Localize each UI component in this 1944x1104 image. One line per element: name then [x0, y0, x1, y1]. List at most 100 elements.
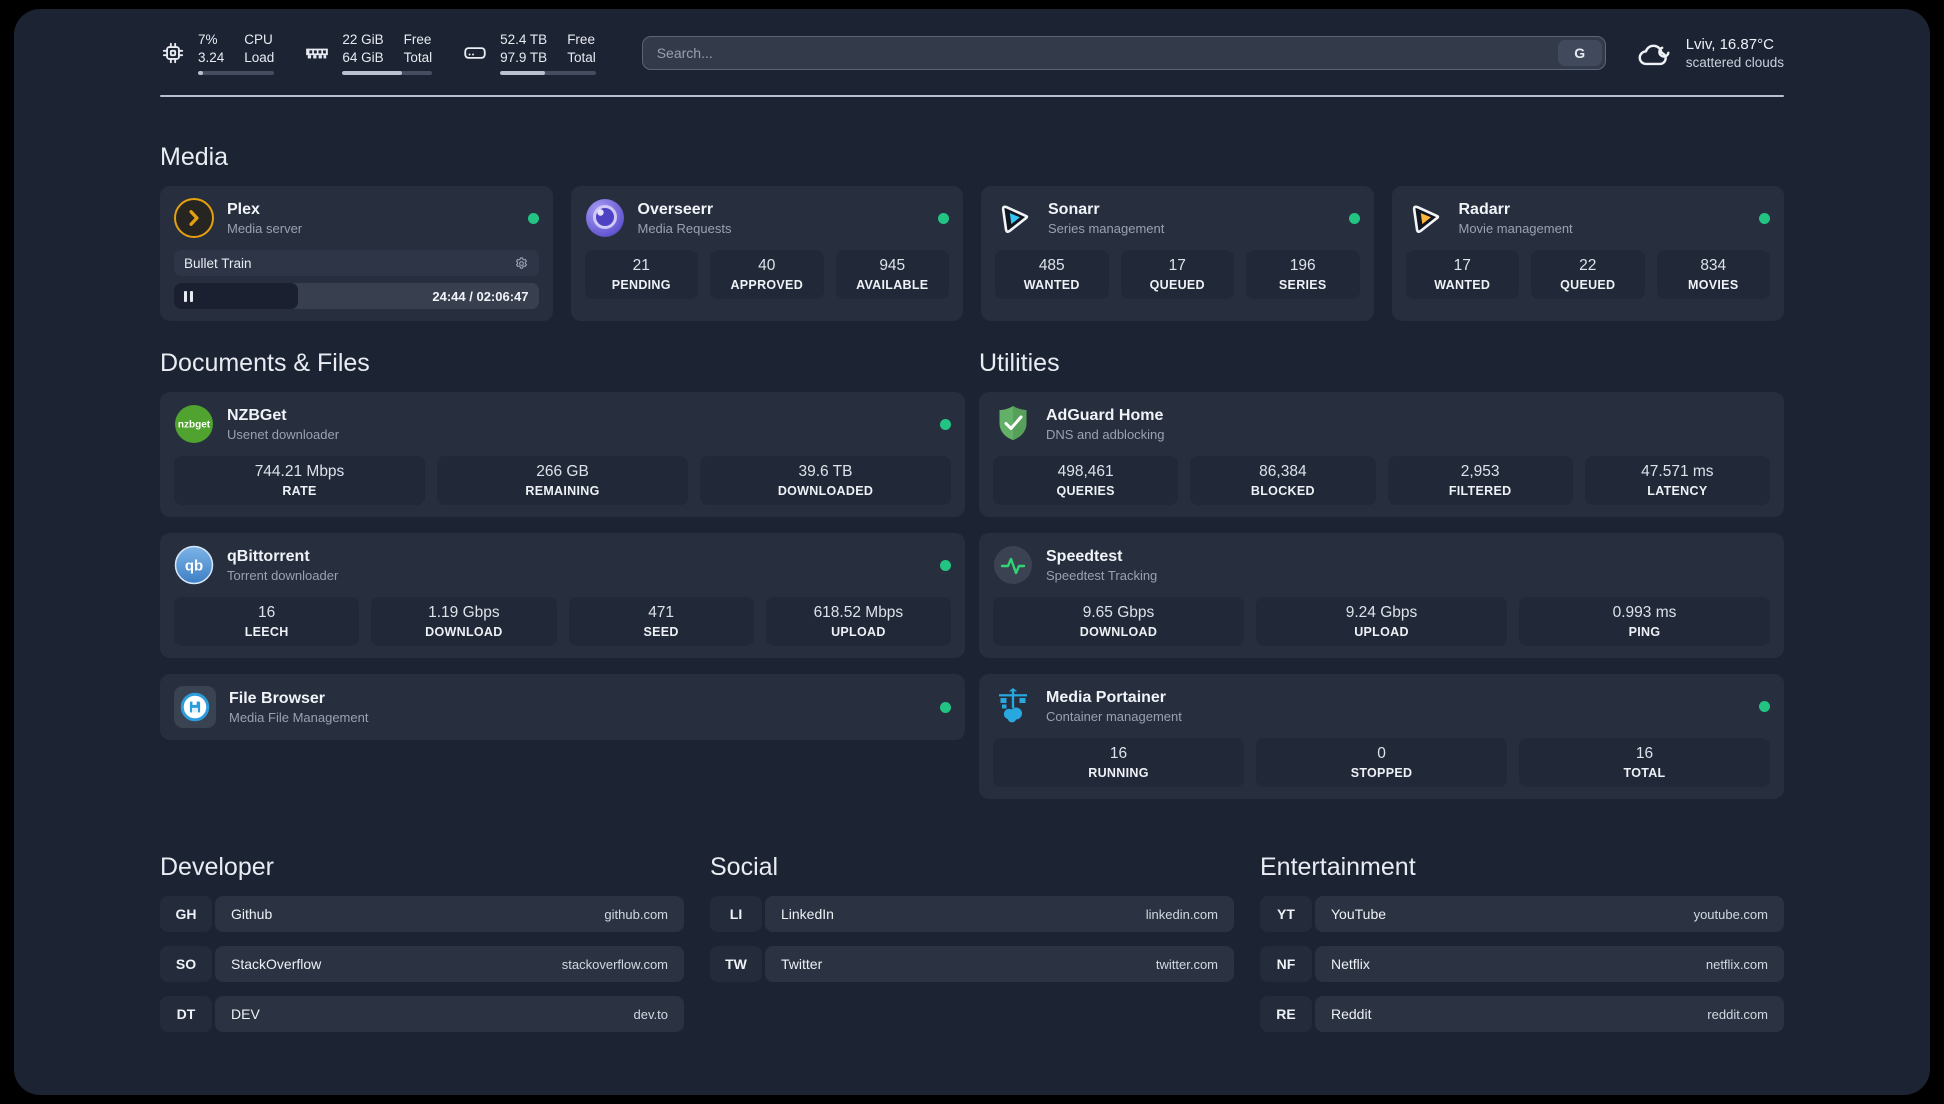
bookmark-youtube[interactable]: YT YouTube youtube.com [1260, 896, 1784, 932]
gear-icon[interactable] [514, 256, 529, 271]
memory-total-label: Total [403, 50, 433, 65]
app-subtitle: Media File Management [229, 709, 369, 725]
bookmark-github[interactable]: GH Github github.com [160, 896, 684, 932]
bookmark-netflix[interactable]: NF Netflix netflix.com [1260, 946, 1784, 982]
app-title: Overseerr [637, 200, 714, 218]
svg-text:qb: qb [185, 558, 203, 575]
bookmark-twitter[interactable]: TW Twitter twitter.com [710, 946, 1234, 982]
stat-wanted: 17 WANTED [1405, 250, 1519, 299]
bookmark-reddit[interactable]: RE Reddit reddit.com [1260, 996, 1784, 1032]
memory-progress-bar [342, 70, 433, 75]
app-title: qBittorrent [227, 547, 310, 565]
cpu-label: CPU [244, 32, 273, 48]
app-title: Media Portainer [1046, 688, 1167, 706]
memory-free-label: Free [403, 32, 432, 48]
section-title-media: Media [160, 143, 229, 171]
stat-seed: 471 SEED [568, 597, 754, 646]
cpu-percent: 7% [198, 32, 218, 48]
section-title-social: Social [710, 853, 779, 881]
search-bar: G [641, 36, 1606, 70]
app-card-overseerr[interactable]: Overseerr Media Requests 21 PENDING 40 APP… [570, 186, 963, 321]
disk-total-label: Total [567, 50, 596, 65]
stat-approved: 40 APPROVED [710, 250, 824, 299]
app-subtitle: Media Requests [637, 220, 732, 236]
app-subtitle: Movie management [1458, 220, 1573, 236]
stat-total: 16 TOTAL [1519, 738, 1770, 787]
stat-movies: 834 MOVIES [1656, 250, 1770, 299]
app-card-qbittorrent[interactable]: qb qBittorrent Torrent downloader 16 LEEC… [160, 533, 965, 658]
app-subtitle: Series management [1048, 220, 1165, 236]
stat-download: 9.65 Gbps DOWNLOAD [993, 597, 1244, 646]
stat-pending: 21 PENDING [584, 250, 698, 299]
stat-queued: 22 QUEUED [1531, 250, 1645, 299]
bookmark-abbr: YT [1260, 896, 1312, 932]
app-title: Radarr [1458, 200, 1511, 218]
search-input[interactable] [641, 36, 1606, 70]
bookmark-abbr: NF [1260, 946, 1312, 982]
stat-running: 16 RUNNING [993, 738, 1244, 787]
app-card-speedtest[interactable]: Speedtest Speedtest Tracking 9.65 Gbps DO… [979, 533, 1784, 658]
bookmark-abbr: RE [1260, 996, 1312, 1032]
status-online-dot [940, 418, 951, 430]
memory-usage-widget: 22 GiB 64 GiB Free Total [304, 31, 433, 75]
app-subtitle: Speedtest Tracking [1046, 567, 1158, 583]
filebrowser-icon [174, 686, 216, 728]
app-title: AdGuard Home [1046, 406, 1164, 424]
header-divider [160, 95, 1784, 97]
app-card-sonarr[interactable]: Sonarr Series management 485 WANTED 17 QUE… [981, 186, 1374, 321]
topbar: 7% 3.24 CPU Load 22 GiB 64 GiB Free Tota… [160, 31, 1784, 75]
search-provider-button[interactable]: G [1557, 40, 1602, 66]
bookmark-abbr: GH [160, 896, 212, 932]
cpu-load-label: Load [244, 50, 275, 65]
app-card-radarr[interactable]: Radarr Movie management 17 WANTED 22 QUEUE… [1391, 186, 1784, 321]
sonarr-icon [995, 198, 1035, 238]
app-card-filebrowser[interactable]: File Browser Media File Management [160, 674, 965, 740]
app-title: Plex [227, 200, 260, 218]
stat-queued: 17 QUEUED [1120, 250, 1234, 299]
app-title: NZBGet [227, 406, 287, 424]
app-card-adguard[interactable]: AdGuard Home DNS and adblocking 498,461 Q… [979, 392, 1784, 517]
stat-filtered: 2,953 FILTERED [1387, 456, 1573, 505]
app-subtitle: Torrent downloader [227, 567, 339, 583]
disk-progress-bar [500, 70, 596, 75]
stat-upload: 618.52 Mbps UPLOAD [765, 597, 951, 646]
disk-free: 52.4 TB [500, 32, 548, 48]
speedtest-icon [993, 545, 1033, 585]
disk-icon [464, 47, 486, 59]
disk-usage-widget: 52.4 TB 97.9 TB Free Total [462, 31, 596, 75]
status-online-dot [940, 701, 951, 713]
app-card-nzbget[interactable]: nzbget NZBGet Usenet downloader 744.21 M… [160, 392, 965, 517]
bookmark-stackoverflow[interactable]: SO StackOverflow stackoverflow.com [160, 946, 684, 982]
stat-download: 1.19 Gbps DOWNLOAD [371, 597, 557, 646]
app-subtitle: Usenet downloader [227, 426, 340, 442]
status-online-dot [940, 559, 951, 571]
stat-available: 945 AVAILABLE [835, 250, 949, 299]
playback-progress-bar[interactable]: 24:44 / 02:06:47 [174, 283, 539, 309]
stat-leech: 16 LEECH [174, 597, 360, 646]
section-title-documents: Documents & Files [160, 349, 370, 377]
svg-text:nzbget: nzbget [178, 420, 211, 431]
radarr-icon [1406, 198, 1446, 238]
disk-total: 97.9 TB [500, 50, 548, 65]
pause-icon[interactable] [184, 290, 193, 302]
bookmark-dev[interactable]: DT DEV dev.to [160, 996, 684, 1032]
status-online-dot [1348, 212, 1360, 224]
plex-icon [174, 198, 214, 238]
status-online-dot [938, 212, 949, 224]
app-card-portainer[interactable]: Media Portainer Container management 16 R… [979, 674, 1784, 799]
stat-latency: 47.571 ms LATENCY [1584, 456, 1770, 505]
bookmark-abbr: DT [160, 996, 212, 1032]
stat-rate: 744.21 Mbps RATE [174, 456, 425, 505]
status-online-dot [1759, 700, 1770, 712]
bookmark-abbr: TW [710, 946, 762, 982]
app-subtitle: Container management [1046, 708, 1182, 724]
dashboard-page: 7% 3.24 CPU Load 22 GiB 64 GiB Free Tota… [14, 9, 1930, 1095]
bookmark-linkedin[interactable]: LI LinkedIn linkedin.com [710, 896, 1234, 932]
adguard-icon [993, 404, 1033, 444]
app-subtitle: DNS and adblocking [1046, 426, 1165, 442]
app-title: File Browser [229, 689, 326, 707]
cloud-icon [1638, 44, 1670, 65]
playback-time: 24:44 / 02:06:47 [432, 288, 529, 304]
app-card-plex[interactable]: Plex Media server Bullet Train 24:44 / 0… [160, 186, 553, 321]
bookmark-abbr: LI [710, 896, 762, 932]
